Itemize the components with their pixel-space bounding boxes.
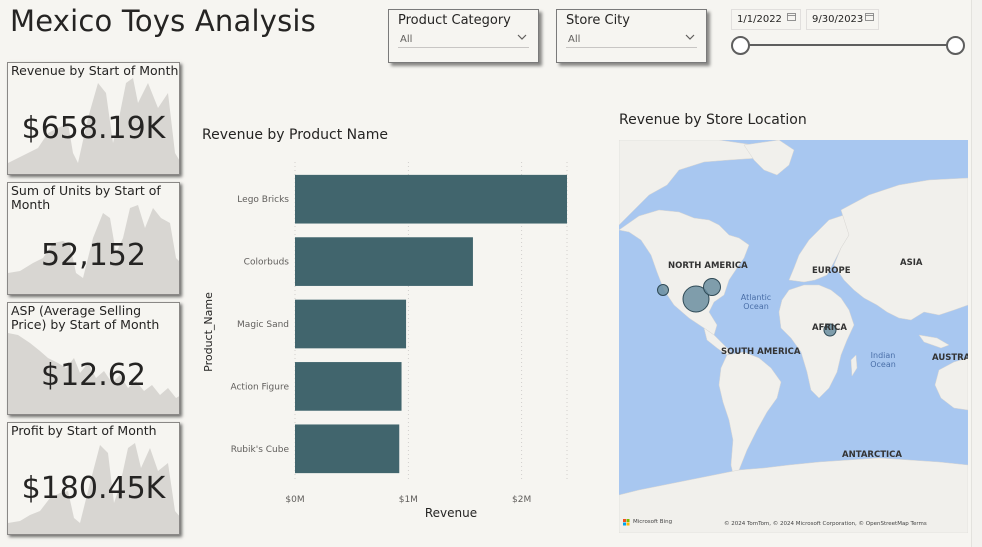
kpi-value: $180.45K (21, 471, 166, 506)
end-date-input[interactable]: 9/30/2023 (806, 9, 879, 30)
x-tick-label: $1M (399, 495, 418, 505)
bar[interactable] (295, 237, 473, 286)
store-city-slicer[interactable]: Store City All (556, 9, 707, 63)
kpi-card-profit[interactable]: Profit by Start of Month $180.45K (7, 422, 180, 535)
continent-label-asia: ASIA (900, 258, 923, 268)
map-title: Revenue by Store Location (619, 112, 807, 128)
kpi-card-revenue[interactable]: Revenue by Start of Month $658.19K (7, 62, 180, 175)
continent-label-australia: AUSTRAL (932, 353, 968, 363)
product-category-dropdown[interactable]: All (398, 31, 529, 48)
x-tick-label: $2M (512, 495, 531, 505)
map-attribution[interactable]: © 2024 TomTom, © 2024 Microsoft Corporat… (724, 521, 927, 527)
category-label: Magic Sand (237, 320, 289, 330)
kpi-value: 52,152 (41, 238, 146, 273)
category-label: Lego Bricks (237, 195, 289, 205)
kpi-title: Profit by Start of Month (11, 423, 157, 438)
kpi-card-units[interactable]: Sum of Units by Start of Month 52,152 (7, 182, 180, 295)
continent-label-antarctica: ANTARCTICA (842, 450, 902, 460)
bar-chart-title: Revenue by Product Name (202, 127, 388, 143)
world-map (619, 140, 968, 533)
revenue-by-store-map[interactable]: NORTH AMERICA EUROPE ASIA AFRICA SOUTH A… (619, 140, 968, 533)
continent-label-south-america: SOUTH AMERICA (721, 347, 801, 357)
report-page: Mexico Toys Analysis Product Category Al… (0, 0, 972, 547)
date-slider-start-handle[interactable] (731, 36, 750, 55)
calendar-icon[interactable] (865, 10, 874, 29)
x-tick-label: $0M (285, 495, 304, 505)
bar[interactable] (295, 174, 567, 224)
store-city-slicer-title: Store City (566, 13, 630, 28)
continent-label-africa: AFRICA (812, 323, 847, 333)
end-date-value: 9/30/2023 (812, 14, 864, 25)
kpi-value: $658.19K (21, 111, 166, 146)
chevron-down-icon[interactable] (517, 31, 527, 48)
category-label: Colorbuds (244, 258, 290, 268)
store-city-dropdown[interactable]: All (566, 31, 697, 48)
chevron-down-icon[interactable] (685, 31, 695, 48)
bar[interactable] (295, 362, 402, 411)
product-category-slicer-title: Product Category (398, 13, 511, 28)
start-date-input[interactable]: 1/1/2022 (731, 9, 801, 30)
continent-label-north-america: NORTH AMERICA (668, 261, 748, 271)
product-category-value: All (400, 34, 413, 45)
calendar-icon[interactable] (787, 10, 796, 29)
kpi-title: Sum of Units by Start of Month (11, 183, 161, 212)
kpi-card-asp[interactable]: ASP (Average Selling Price) by Start of … (7, 302, 180, 415)
category-label: Rubik's Cube (231, 445, 290, 455)
store-bubble[interactable] (657, 284, 669, 296)
map-provider: Microsoft Bing (633, 519, 673, 525)
continent-label-europe: EUROPE (812, 266, 851, 276)
ocean-label-atlantic: Atlantic Ocean (740, 293, 772, 311)
start-date-value: 1/1/2022 (737, 14, 782, 25)
store-city-value: All (568, 34, 581, 45)
kpi-title: Revenue by Start of Month (11, 63, 179, 78)
page-title: Mexico Toys Analysis (10, 4, 316, 38)
product-category-slicer[interactable]: Product Category All (388, 9, 539, 63)
date-slider-track[interactable] (740, 44, 956, 46)
kpi-value: $12.62 (41, 358, 146, 393)
kpi-title: ASP (Average Selling Price) by Start of … (11, 303, 160, 332)
store-bubble[interactable] (703, 278, 721, 296)
bar[interactable] (295, 424, 400, 474)
y-axis-title: Product_Name (202, 292, 215, 372)
bar[interactable] (295, 299, 407, 349)
ocean-label-indian: Indian Ocean (870, 351, 896, 369)
revenue-by-product-chart[interactable]: Lego Bricks Colorbuds Magic Sand Action Fig… (195, 150, 595, 530)
category-label: Action Figure (230, 382, 289, 392)
date-slider-end-handle[interactable] (946, 36, 965, 55)
x-axis-title: Revenue (425, 506, 477, 520)
